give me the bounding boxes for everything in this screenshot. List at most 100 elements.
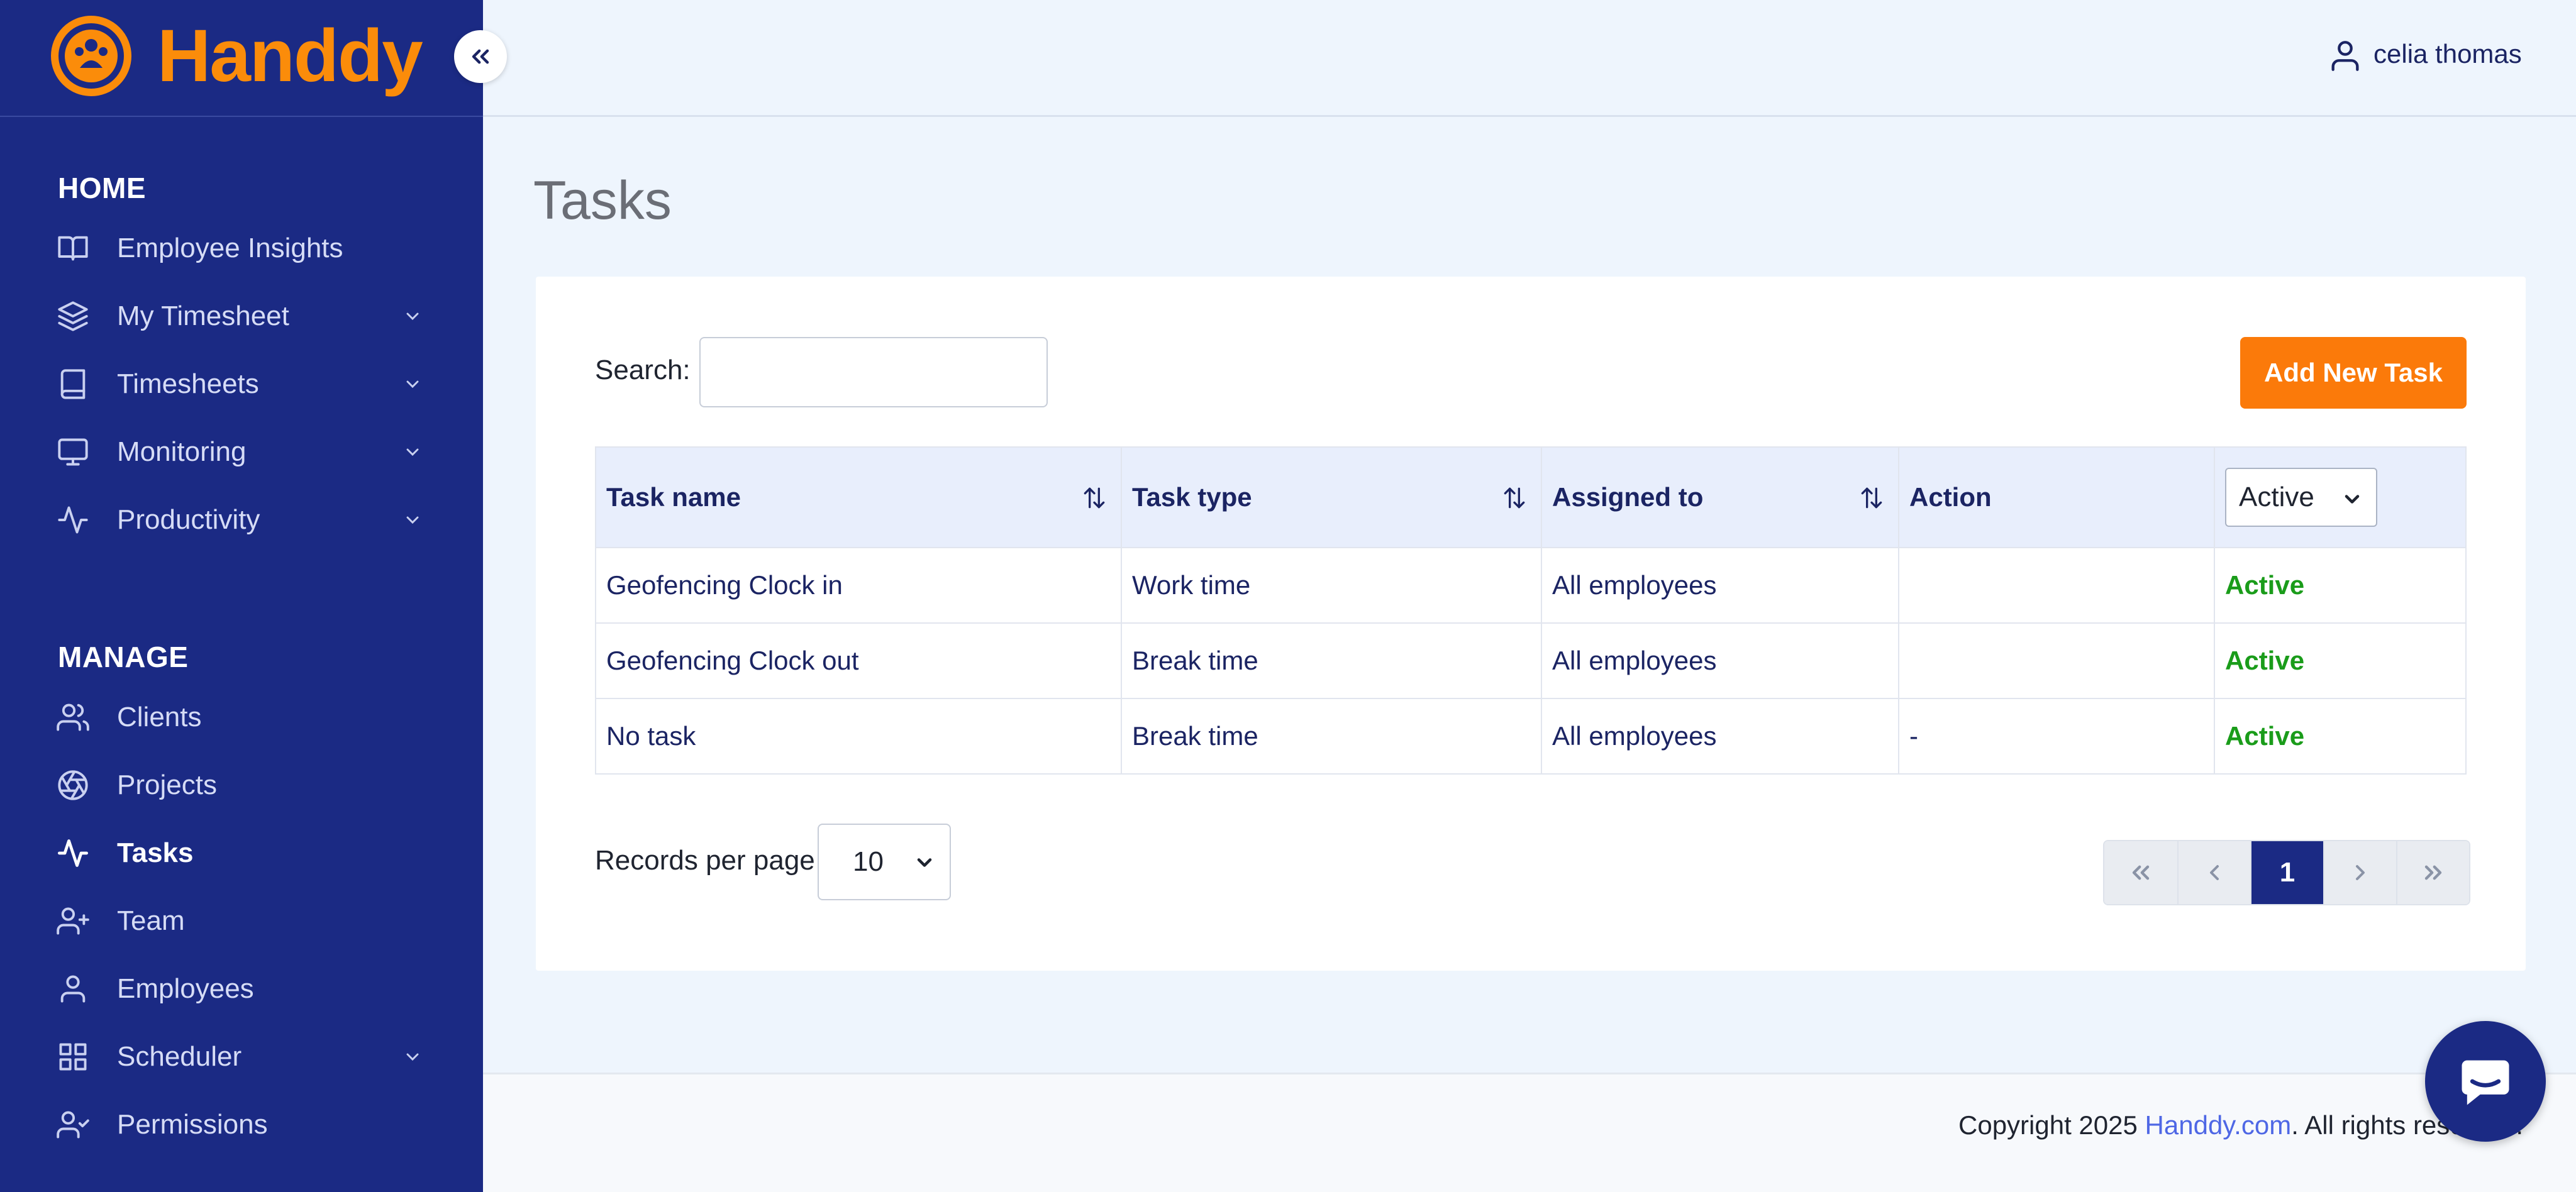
table-row[interactable]: Geofencing Clock in Work time All employ…: [596, 547, 2465, 622]
sidebar-item-clients[interactable]: Clients: [0, 689, 483, 746]
status-cell: Active: [2214, 624, 2468, 698]
table-row[interactable]: Geofencing Clock out Break time All empl…: [596, 622, 2465, 698]
home-section-heading: HOME: [58, 172, 146, 204]
sort-icon[interactable]: [1501, 484, 1528, 512]
page-title: Tasks: [533, 170, 672, 231]
task-name-cell: Geofencing Clock out: [606, 646, 859, 675]
sidebar-item-label: My Timesheet: [117, 301, 289, 331]
sidebar-item-permissions[interactable]: Permissions: [0, 1096, 483, 1153]
assigned-to-cell: All employees: [1541, 624, 1898, 698]
assigned-to-cell: All employees: [1541, 548, 1898, 622]
task-name-cell: No task: [606, 721, 696, 751]
chevrons-left-icon: [472, 49, 489, 64]
chevron-down-icon: [2345, 495, 2360, 504]
status-filter-value: Active: [2239, 482, 2314, 512]
chevron-down-icon: [400, 1044, 425, 1069]
status-filter-select[interactable]: Active: [2225, 468, 2377, 527]
task-type-cell: Break time: [1121, 699, 1541, 773]
sidebar-item-label: Permissions: [117, 1109, 268, 1140]
sidebar-item-employee-insights[interactable]: Employee Insights: [0, 220, 483, 277]
column-header-label: Task type: [1132, 482, 1252, 512]
sidebar-item-label: Productivity: [117, 504, 260, 535]
layers-icon: [55, 299, 91, 334]
first-page-button[interactable]: [2104, 841, 2177, 904]
sidebar-item-scheduler[interactable]: Scheduler: [0, 1029, 483, 1085]
table-row[interactable]: No task Break time All employees - Activ…: [596, 698, 2465, 773]
activity-icon: [55, 502, 91, 538]
action-cell: -: [1898, 699, 2214, 773]
chevron-down-icon: [400, 304, 425, 329]
sidebar-item-team[interactable]: Team: [0, 893, 483, 949]
action-cell: [1898, 624, 2214, 698]
last-page-button[interactable]: [2396, 841, 2469, 904]
pagination: 1: [2103, 840, 2470, 905]
manage-section-heading: MANAGE: [58, 641, 189, 673]
column-header-label: Task name: [606, 482, 741, 512]
grid-icon: [55, 1039, 91, 1074]
user-icon[interactable]: [2327, 36, 2363, 75]
user-icon: [55, 971, 91, 1007]
task-type-cell: Work time: [1121, 548, 1541, 622]
sidebar-item-label: Monitoring: [117, 436, 247, 467]
sidebar-item-my-timesheet[interactable]: My Timesheet: [0, 288, 483, 345]
records-per-page-select[interactable]: 10: [818, 824, 951, 900]
column-header-label: Action: [1909, 482, 1992, 512]
sidebar-item-tasks[interactable]: Tasks: [0, 825, 483, 881]
chat-button[interactable]: [2425, 1021, 2546, 1142]
chevron-down-icon: [917, 858, 932, 867]
sidebar-item-label: Timesheets: [117, 368, 259, 399]
chevron-left-icon: [2210, 865, 2219, 880]
task-type-cell: Break time: [1121, 624, 1541, 698]
column-header-task-name[interactable]: Task name: [596, 448, 1121, 547]
top-header: [483, 0, 2576, 117]
book-icon: [55, 367, 91, 402]
column-header-action: Action: [1898, 448, 2214, 547]
chevron-down-icon: [400, 372, 425, 397]
status-cell: Active: [2214, 699, 2468, 773]
sidebar-item-label: Employees: [117, 973, 254, 1004]
logo-bar: Handdy: [0, 0, 483, 117]
collapse-sidebar-button[interactable]: [454, 30, 507, 83]
user-name[interactable]: celia thomas: [2373, 39, 2522, 69]
chevrons-right-icon: [2424, 865, 2442, 880]
copyright-prefix: Copyright 2025: [1958, 1110, 2145, 1140]
chat-icon: [2462, 1060, 2509, 1105]
sidebar-item-label: Projects: [117, 770, 217, 800]
sidebar-item-label: Scheduler: [117, 1041, 242, 1072]
status-cell: Active: [2214, 548, 2468, 622]
assigned-to-cell: All employees: [1541, 699, 1898, 773]
page-button-current[interactable]: 1: [2250, 841, 2323, 904]
table-header-row: Task name Task type Assigned to Action A…: [596, 448, 2465, 547]
chevron-down-icon: [400, 439, 425, 465]
user-plus-icon: [55, 903, 91, 939]
aperture-icon: [55, 768, 91, 803]
previous-page-button[interactable]: [2177, 841, 2250, 904]
user-check-icon: [55, 1107, 91, 1142]
sidebar: Handdy HOME Employee Insights My Timeshe…: [0, 0, 507, 1192]
records-per-page-value: 10: [853, 846, 884, 877]
sidebar-item-label: Clients: [117, 702, 202, 732]
add-new-task-button[interactable]: Add New Task: [2240, 337, 2467, 409]
sidebar-item-employees[interactable]: Employees: [0, 961, 483, 1017]
sidebar-item-monitoring[interactable]: Monitoring: [0, 424, 483, 480]
sidebar-item-label: Tasks: [117, 837, 194, 868]
handdy-link[interactable]: Handdy.com: [2145, 1110, 2292, 1140]
chevrons-left-icon: [2132, 865, 2150, 880]
sidebar-item-projects[interactable]: Projects: [0, 757, 483, 814]
column-header-task-type[interactable]: Task type: [1121, 448, 1541, 547]
tasks-table: Task name Task type Assigned to Action A…: [595, 446, 2467, 775]
sidebar-item-label: Employee Insights: [117, 233, 343, 263]
sort-icon[interactable]: [1858, 484, 1885, 512]
records-per-page-label: Records per page: [595, 845, 815, 876]
sort-icon[interactable]: [1080, 484, 1108, 512]
task-name-cell: Geofencing Clock in: [606, 570, 843, 600]
sidebar-item-label: Team: [117, 905, 185, 936]
search-input[interactable]: [699, 337, 1048, 407]
handdy-logo-icon: [51, 16, 131, 96]
action-cell: [1898, 548, 2214, 622]
column-header-assigned-to[interactable]: Assigned to: [1541, 448, 1898, 547]
book-open-icon: [55, 231, 91, 266]
next-page-button[interactable]: [2323, 841, 2396, 904]
sidebar-item-timesheets[interactable]: Timesheets: [0, 356, 483, 412]
sidebar-item-productivity[interactable]: Productivity: [0, 492, 483, 548]
